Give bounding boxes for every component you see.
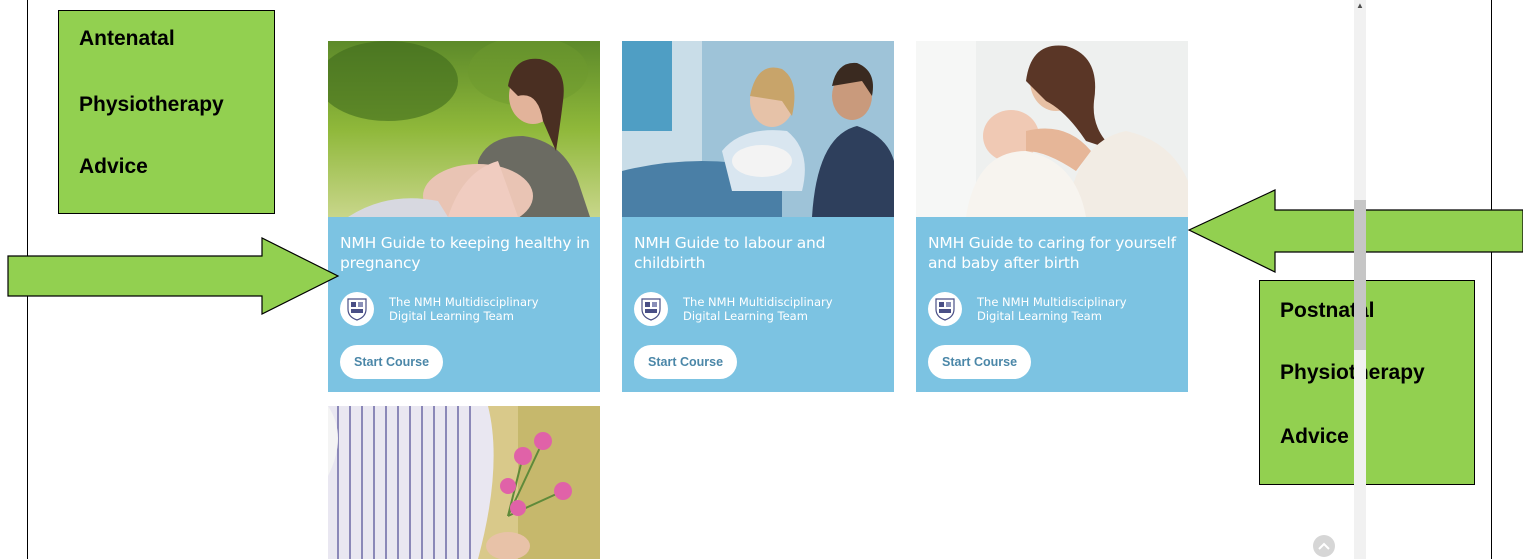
scroll-up-arrow-icon[interactable]: ▲ [1354,0,1366,12]
course-title[interactable]: NMH Guide to labour and childbirth [634,233,888,273]
course-title[interactable]: NMH Guide to keeping healthy in pregnanc… [340,233,594,273]
course-title[interactable]: NMH Guide to caring for yourself and bab… [928,233,1182,273]
course-card-fourth[interactable] [328,406,600,559]
course-image-flowers-bump [328,406,600,559]
frame-border-right [1491,0,1492,559]
start-course-button[interactable]: Start Course [928,345,1032,379]
arrow-right-icon [7,237,340,315]
course-image-mother-baby [916,41,1188,217]
course-author: The NMH Multidisciplinary Digital Learni… [634,291,863,327]
callout-line: Advice [79,155,148,178]
callout-line: Physiotherapy [79,93,224,116]
crest-logo-icon [634,292,668,326]
callout-line: Physiotherapy [1280,361,1425,384]
chevron-up-icon[interactable] [1313,535,1335,557]
author-name: The NMH Multidisciplinary Digital Learni… [977,295,1127,323]
course-image-pregnant-woman [328,41,600,217]
course-card-pregnancy[interactable]: NMH Guide to keeping healthy in pregnanc… [328,41,600,392]
postnatal-callout: Postnatal Physiotherapy Advice [1259,280,1475,485]
author-name: The NMH Multidisciplinary Digital Learni… [683,295,833,323]
callout-line: Advice [1280,425,1349,448]
start-course-button[interactable]: Start Course [634,345,738,379]
antenatal-callout: Antenatal Physiotherapy Advice [58,10,275,214]
author-name: The NMH Multidisciplinary Digital Learni… [389,295,539,323]
crest-logo-icon [340,292,374,326]
scrollbar-thumb[interactable] [1354,200,1366,350]
course-card-after-birth[interactable]: NMH Guide to caring for yourself and bab… [916,41,1188,392]
start-course-button[interactable]: Start Course [340,345,444,379]
course-author: The NMH Multidisciplinary Digital Learni… [928,291,1157,327]
course-image-family-newborn [622,41,894,217]
callout-line: Antenatal [79,27,175,50]
arrow-left-icon [1187,189,1523,273]
course-author: The NMH Multidisciplinary Digital Learni… [340,291,569,327]
crest-logo-icon [928,292,962,326]
course-card-labour[interactable]: NMH Guide to labour and childbirth The N… [622,41,894,392]
